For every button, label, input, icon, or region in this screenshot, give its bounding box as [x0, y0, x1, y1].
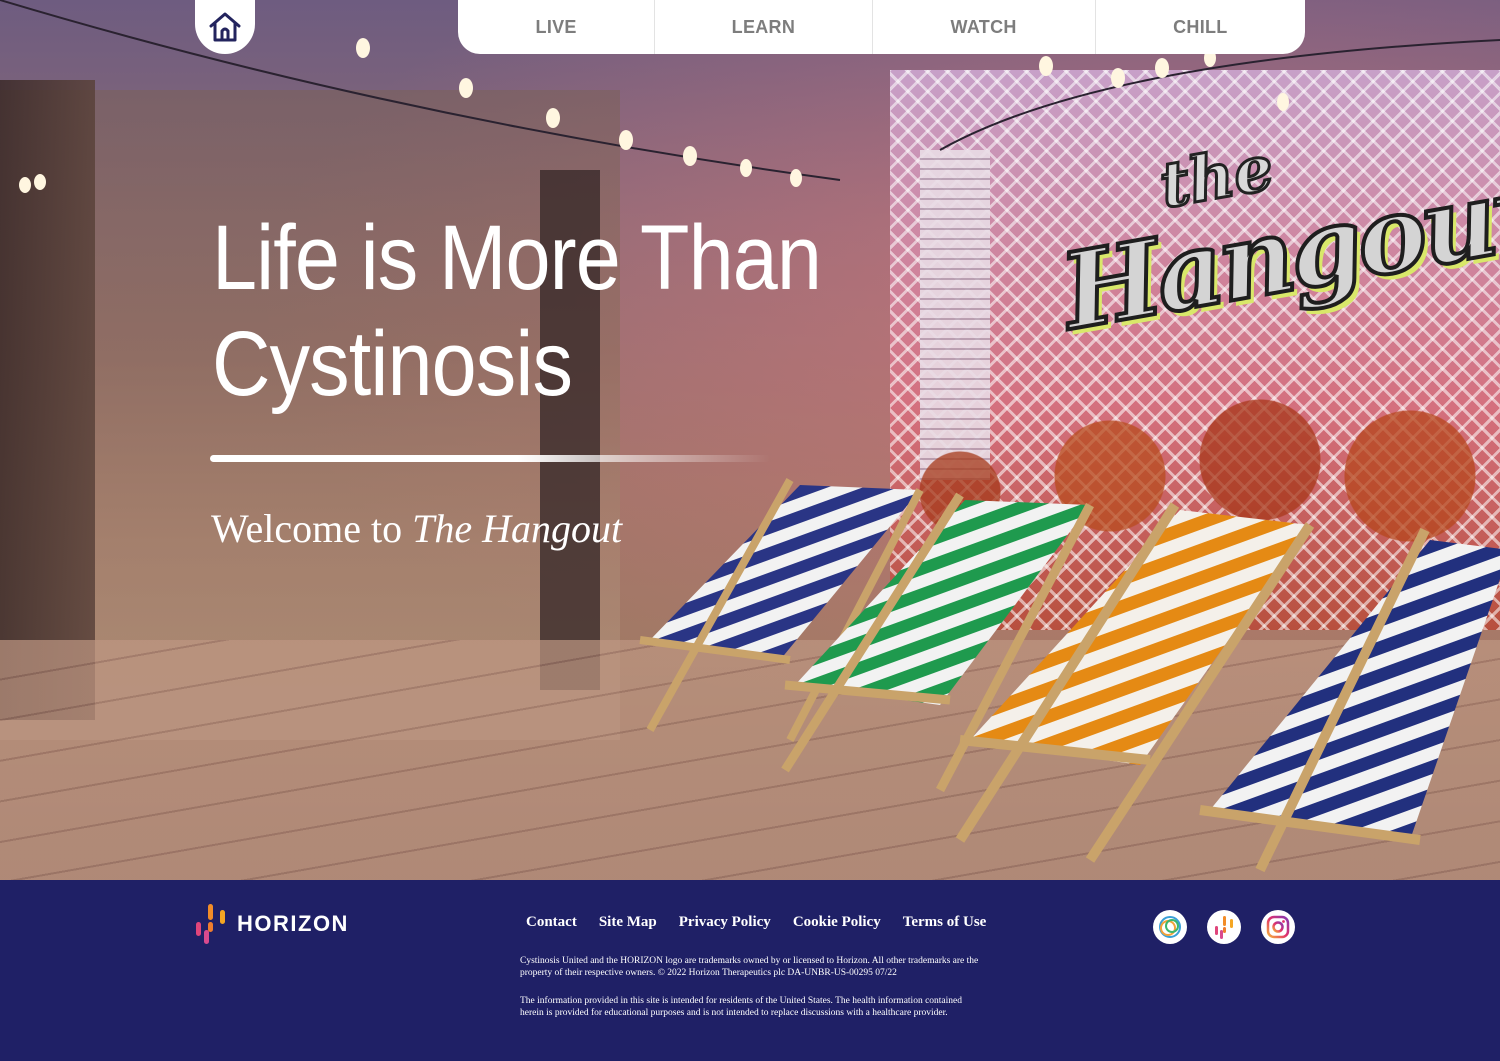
- headline-line-1: Life is More Than: [212, 207, 822, 309]
- hero-headline: Life is More Than Cystinosis: [212, 205, 828, 417]
- footer-link-cookie-policy[interactable]: Cookie Policy: [793, 914, 881, 931]
- disclaimer-notice: The information provided in this site is…: [520, 996, 963, 1018]
- site-footer: HORIZON Contact Site Map Privacy Policy …: [0, 880, 1500, 1061]
- footer-link-contact[interactable]: Contact: [526, 914, 577, 931]
- footer-links: Contact Site Map Privacy Policy Cookie P…: [526, 914, 986, 931]
- instagram-icon: [1266, 915, 1290, 939]
- tab-live[interactable]: LIVE: [458, 0, 656, 54]
- tab-chill[interactable]: CHILL: [1096, 0, 1305, 54]
- main-nav: LIVE LEARN WATCH CHILL: [458, 0, 1305, 54]
- beach-chair-navy: [1199, 527, 1500, 873]
- horizon-link[interactable]: [1207, 910, 1241, 944]
- horizon-icon: [1215, 916, 1233, 939]
- tab-learn[interactable]: LEARN: [655, 0, 873, 54]
- hero-banner: the Hangout Life is More Than Cystinosis…: [0, 0, 1500, 880]
- cystinosis-united-icon: [1159, 916, 1181, 938]
- instagram-link[interactable]: [1261, 910, 1295, 944]
- horizon-logo[interactable]: HORIZON: [195, 902, 349, 946]
- hero-divider: [210, 455, 770, 462]
- horizon-logo-mark: [196, 904, 225, 944]
- welcome-emphasis: The Hangout: [412, 506, 623, 551]
- footer-link-privacy-policy[interactable]: Privacy Policy: [679, 914, 771, 931]
- cystinosis-united-link[interactable]: [1153, 910, 1187, 944]
- trademark-notice: Cystinosis United and the HORIZON logo a…: [520, 956, 979, 978]
- home-icon: [209, 12, 241, 42]
- footer-link-terms-of-use[interactable]: Terms of Use: [903, 914, 987, 931]
- tab-watch[interactable]: WATCH: [873, 0, 1096, 54]
- headline-line-2: Cystinosis: [212, 313, 573, 415]
- welcome-text: Welcome to The Hangout: [211, 505, 622, 552]
- horizon-logo-text: HORIZON: [237, 911, 349, 936]
- hangout-sign: the Hangout: [1051, 120, 1500, 355]
- welcome-prefix: Welcome to: [211, 506, 413, 551]
- footer-link-site-map[interactable]: Site Map: [599, 914, 657, 931]
